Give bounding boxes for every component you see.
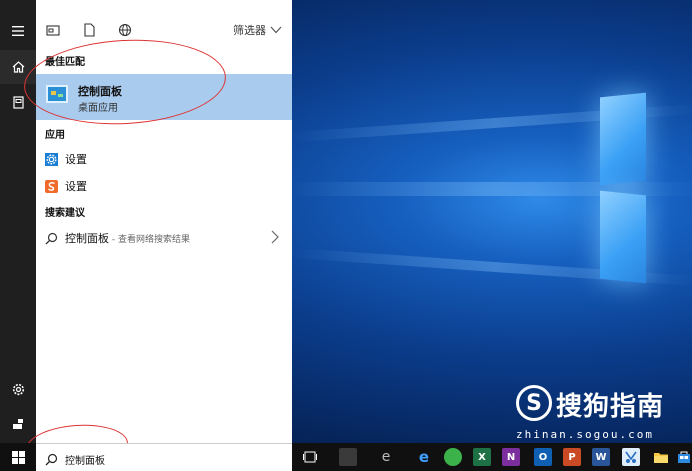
suggestion-term: 控制面板 xyxy=(65,232,109,245)
hamburger-icon[interactable] xyxy=(0,14,36,48)
sogou-watermark: S 搜狗指南 zhinan.sogou.com xyxy=(516,385,676,441)
documents-filter-icon[interactable] xyxy=(82,22,98,38)
documents-icon[interactable] xyxy=(0,85,36,119)
apps-filter-icon[interactable] xyxy=(46,22,62,38)
chevron-down-icon xyxy=(270,26,282,34)
file-explorer-icon[interactable] xyxy=(652,448,670,466)
watermark-url: zhinan.sogou.com xyxy=(516,428,654,441)
results-toolbar: 筛选器 xyxy=(36,14,292,46)
web-suggestion-row[interactable]: 控制面板 - 查看网络搜索结果 xyxy=(36,224,292,250)
app-dark-icon[interactable] xyxy=(339,448,357,466)
best-match-subtitle: 桌面应用 xyxy=(78,103,118,114)
ie-icon[interactable]: e xyxy=(377,448,395,466)
start-button[interactable] xyxy=(0,443,36,471)
outlook-icon[interactable]: O xyxy=(534,448,552,466)
web-filter-globe-icon[interactable] xyxy=(118,22,134,38)
taskbar: 控制面板 e e X N O P W xyxy=(0,443,692,471)
start-rail xyxy=(0,0,36,443)
best-match-name: 控制面板 xyxy=(78,85,122,98)
app-label: 设置 xyxy=(65,180,87,193)
chevron-right-icon[interactable] xyxy=(270,229,280,244)
360-browser-icon[interactable] xyxy=(444,448,462,466)
settings-gear-icon[interactable] xyxy=(0,372,36,406)
store-icon[interactable] xyxy=(675,448,692,466)
search-icon xyxy=(45,451,58,466)
excel-icon[interactable]: X xyxy=(473,448,491,466)
snipping-tool-icon[interactable] xyxy=(622,448,640,466)
gear-icon xyxy=(45,151,58,166)
app-row-settings-2[interactable]: 设置 xyxy=(36,172,292,198)
power-user-icon[interactable] xyxy=(0,407,36,441)
onenote-icon[interactable]: N xyxy=(502,448,520,466)
section-search-suggestions: 搜索建议 xyxy=(45,208,85,219)
home-icon[interactable] xyxy=(0,50,36,84)
app-row-settings[interactable]: 设置 xyxy=(36,145,292,171)
windows-start-icon xyxy=(11,450,25,464)
app-label: 设置 xyxy=(65,153,87,166)
suggestion-hint: - 查看网络搜索结果 xyxy=(109,235,190,245)
edge-icon[interactable]: e xyxy=(415,448,433,466)
search-input-value: 控制面板 xyxy=(65,456,105,467)
task-view-icon[interactable] xyxy=(301,448,319,466)
best-match-control-panel[interactable]: 控制面板 桌面应用 xyxy=(36,74,292,120)
section-best-match: 最佳匹配 xyxy=(45,57,85,68)
filter-dropdown[interactable]: 筛选器 xyxy=(233,22,282,38)
powerpoint-icon[interactable]: P xyxy=(563,448,581,466)
search-results-panel: 筛选器 最佳匹配 控制面板 桌面应用 应用 设置 设置 搜索建议 控制面板 - … xyxy=(36,0,292,443)
filter-label: 筛选器 xyxy=(233,24,266,37)
sogou-logo: S xyxy=(516,385,552,421)
taskbar-search-box[interactable]: 控制面板 xyxy=(36,443,292,471)
settings-s-icon xyxy=(45,178,58,193)
windows-logo-wallpaper xyxy=(600,92,692,305)
control-panel-icon xyxy=(46,85,68,103)
watermark-name: 搜狗指南 xyxy=(556,392,665,422)
suggestion-label: 控制面板 - 查看网络搜索结果 xyxy=(65,230,190,246)
word-icon[interactable]: W xyxy=(592,448,610,466)
search-icon xyxy=(45,230,58,245)
section-apps: 应用 xyxy=(45,130,65,141)
